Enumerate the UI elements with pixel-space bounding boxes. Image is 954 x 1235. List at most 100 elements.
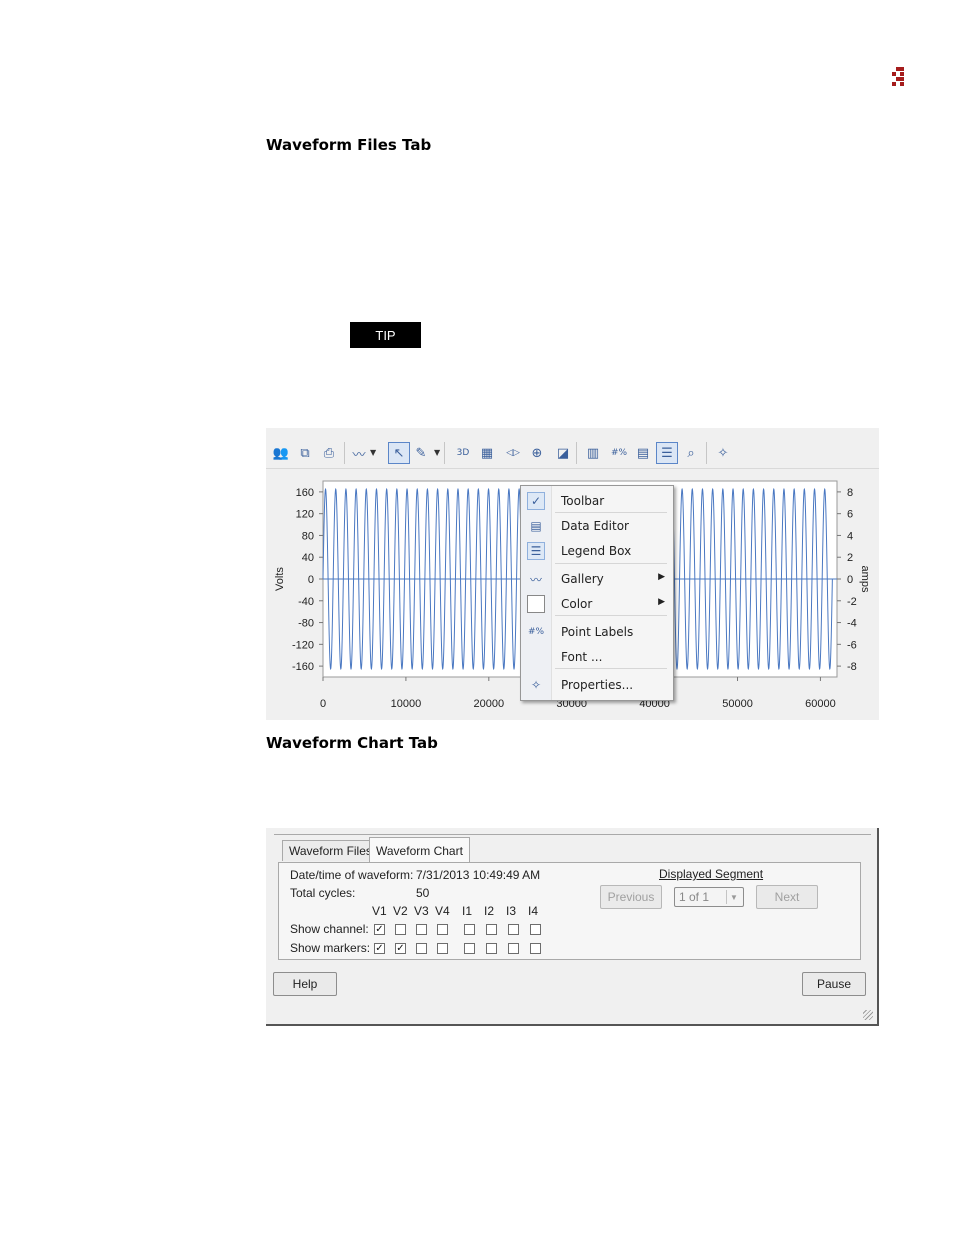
menu-item-label: Font ... [561, 650, 603, 664]
legend-icon[interactable]: ☰ [656, 442, 678, 464]
show-markers-checkbox-v2[interactable]: ✓ [395, 943, 406, 954]
logo-dot [900, 82, 904, 86]
tab-waveform-chart[interactable]: Waveform Chart [369, 837, 470, 863]
copy-icon[interactable]: ⧉ [294, 442, 316, 464]
x-tick-label: 10000 [391, 698, 422, 710]
submenu-arrow-icon: ▶ [658, 597, 665, 607]
submenu-arrow-icon: ▶ [658, 572, 665, 582]
x-tick-label: 50000 [722, 698, 753, 710]
show-markers-checkbox-i1[interactable] [464, 943, 475, 954]
show-channel-checkbox-v3[interactable] [416, 924, 427, 935]
next-button[interactable]: Next [756, 885, 818, 909]
y2-tick-label: 2 [847, 552, 853, 564]
show-channel-checkbox-v1[interactable]: ✓ [374, 924, 385, 935]
y2-tick-label: -6 [847, 639, 857, 651]
menu-item-label: Properties... [561, 678, 634, 692]
channel-header: V1 [372, 904, 387, 918]
check-icon: ✓ [527, 492, 545, 510]
rotate-icon[interactable]: ▦ [476, 442, 498, 464]
segment-select[interactable]: 1 of 1 ▼ [674, 887, 744, 907]
show-markers-label: Show markers: [290, 941, 371, 955]
menu-item-data-editor[interactable]: ▤ Data Editor [521, 515, 673, 537]
show-markers-checkbox-i3[interactable] [508, 943, 519, 954]
menu-separator [555, 615, 667, 616]
date-label: Date/time of waveform: [290, 868, 414, 882]
tab-waveform-files[interactable]: Waveform Files [282, 840, 379, 861]
menu-item-font[interactable]: Font ... [521, 646, 673, 668]
legend-box-icon: ☰ [527, 542, 545, 560]
pencil-icon[interactable]: ✎ [410, 442, 432, 464]
menu-item-point-labels[interactable]: #% Point Labels [521, 621, 673, 643]
menu-separator [555, 563, 667, 564]
blank-icon [527, 648, 545, 666]
y-tick-label: -160 [292, 661, 314, 673]
menu-item-gallery[interactable]: 〰 Gallery ▶ [521, 568, 673, 590]
logo-dot [900, 67, 904, 71]
show-channel-checkbox-v2[interactable] [395, 924, 406, 935]
axis-icon[interactable]: ⊕ [526, 442, 548, 464]
channel-header: I3 [506, 904, 517, 918]
pointer-icon[interactable]: ↖ [388, 442, 410, 464]
previous-button[interactable]: Previous [600, 885, 662, 909]
3d-icon[interactable]: 3D [452, 442, 474, 464]
x-tick-label: 20000 [474, 698, 505, 710]
show-channel-checkbox-v4[interactable] [437, 924, 448, 935]
toolbar-separator [344, 442, 345, 464]
y2-tick-label: 6 [847, 509, 853, 521]
menu-item-color[interactable]: Color ▶ [521, 593, 673, 615]
channel-header: V3 [414, 904, 429, 918]
menu-item-label: Toolbar [561, 494, 605, 508]
y2-tick-label: 4 [847, 530, 853, 542]
color-icon[interactable]: ◪ [552, 442, 574, 464]
show-channel-checkbox-i1[interactable] [464, 924, 475, 935]
channel-header: I1 [462, 904, 473, 918]
dialog-right-border [877, 828, 879, 1026]
channel-header: I4 [528, 904, 539, 918]
y-tick-label: 160 [296, 487, 314, 499]
copy-users-icon[interactable]: 👥 [270, 442, 292, 464]
magnify-icon[interactable]: ⌕ [680, 442, 702, 464]
menu-item-label: Color [561, 597, 593, 611]
x-tick-label: 60000 [805, 698, 836, 710]
gallery-dropdown-icon[interactable]: ▼ [370, 448, 376, 457]
pause-button[interactable]: Pause [802, 972, 866, 996]
show-channel-checkbox-i3[interactable] [508, 924, 519, 935]
properties-icon[interactable]: ✧ [712, 442, 734, 464]
y-tick-label: 40 [302, 552, 314, 564]
resize-grip-icon[interactable] [863, 1010, 873, 1020]
point-labels-icon: #% [527, 627, 545, 637]
dialog-bottom-border [266, 1024, 879, 1026]
point-labels-icon[interactable]: #% [608, 442, 630, 464]
help-button[interactable]: Help [273, 972, 337, 996]
y-tick-label: -40 [298, 596, 314, 608]
gallery-icon: 〰 [529, 572, 542, 587]
y-axis-label: Volts [274, 567, 286, 591]
menu-item-legend-box[interactable]: ☰ Legend Box [521, 540, 673, 562]
x-tick-label: 0 [320, 698, 326, 710]
tip-badge: TIP [350, 322, 421, 348]
zoom-icon[interactable]: ◁▷ [502, 442, 524, 464]
menu-separator [555, 668, 667, 669]
waveform-chart-heading: Waveform Chart Tab [266, 734, 438, 752]
chevron-down-icon: ▼ [726, 890, 741, 904]
properties-icon: ✧ [530, 678, 542, 692]
show-channel-checkbox-i4[interactable] [530, 924, 541, 935]
toolbar-separator [444, 442, 445, 464]
menu-item-toolbar[interactable]: ✓ Toolbar [521, 490, 673, 512]
show-markers-checkbox-i4[interactable] [530, 943, 541, 954]
menu-item-properties[interactable]: ✧ Properties... [521, 674, 673, 696]
dialog-top-divider [274, 828, 871, 835]
show-markers-checkbox-v3[interactable] [416, 943, 427, 954]
show-markers-checkbox-v4[interactable] [437, 943, 448, 954]
show-markers-checkbox-v1[interactable]: ✓ [374, 943, 385, 954]
gallery-icon[interactable]: 〰 [348, 442, 370, 464]
print-icon[interactable]: ⎙ [318, 442, 340, 464]
color-icon [527, 595, 545, 613]
show-channel-checkbox-i2[interactable] [486, 924, 497, 935]
data-editor-icon: ▤ [530, 519, 542, 533]
data-editor-icon[interactable]: ▤ [632, 442, 654, 464]
data-icon[interactable]: ▥ [582, 442, 604, 464]
show-markers-checkbox-i2[interactable] [486, 943, 497, 954]
pencil-dropdown-icon[interactable]: ▼ [434, 448, 440, 457]
channel-header: I2 [484, 904, 495, 918]
